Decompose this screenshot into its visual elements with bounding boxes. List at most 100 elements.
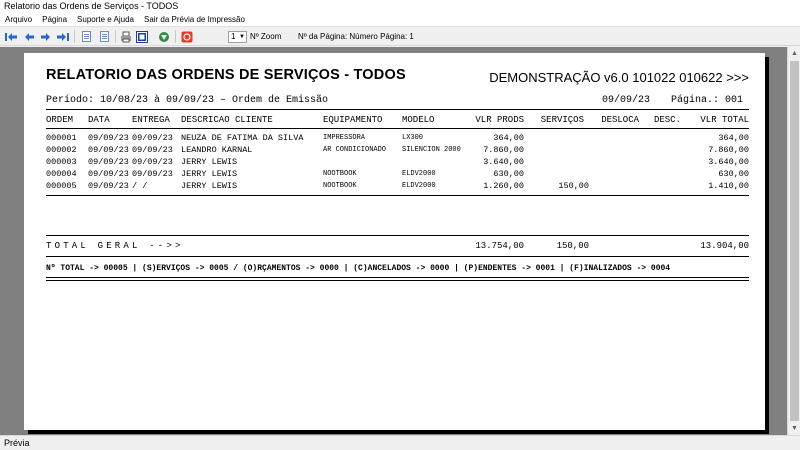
row-5-servicos: 150,00 (558, 181, 589, 191)
divider (46, 235, 749, 236)
excel-export-icon[interactable] (157, 30, 170, 43)
total-geral-label: TOTAL GERAL -->> (46, 241, 184, 251)
report-summary: Nº TOTAL -> 00005 | (S)ERVIÇOS -> 0005 /… (46, 264, 671, 273)
col-header-data: DATA (88, 115, 110, 125)
toolbar-separator (115, 30, 116, 43)
toolbar: 1 ▼ Nº Zoom Nº da Página: Número Página:… (0, 27, 800, 46)
row-1-total: 364,00 (718, 133, 749, 143)
row-1-ordem: 000001 (46, 133, 77, 143)
divider (46, 280, 749, 281)
row-3-entrega: 09/09/23 (132, 157, 173, 167)
row-4-entrega: 09/09/23 (132, 169, 173, 179)
print-icon[interactable] (119, 30, 132, 43)
row-1-entrega: 09/09/23 (132, 133, 173, 143)
scroll-up-icon[interactable]: ▲ (788, 47, 800, 60)
row-5-entrega: / / (132, 181, 148, 191)
col-header-desloca: DESLOCA (601, 115, 639, 125)
row-2-equipamento: AR CONDICIONADO (323, 146, 387, 154)
col-header-vlr-total: VLR TOTAL (700, 115, 749, 125)
previous-page-icon[interactable] (22, 30, 35, 43)
window-title: Relatorio das Ordens de Serviços - TODOS (4, 1, 179, 11)
row-4-equipamento: NOOTBOOK (323, 170, 357, 178)
row-2-data: 09/09/23 (88, 145, 129, 155)
window-titlebar: Relatorio das Ordens de Serviços - TODOS (0, 0, 800, 13)
status-bar: Prévia (0, 435, 800, 450)
total-geral-servicos: 150,00 (556, 241, 589, 251)
col-header-cliente: DESCRICAO CLIENTE (181, 115, 273, 125)
menubar: Arquivo Página Suporte e Ajuda Sair da P… (0, 13, 800, 27)
vertical-scrollbar[interactable]: ▲ ▼ (787, 47, 800, 435)
scroll-down-icon[interactable]: ▼ (788, 422, 800, 435)
row-4-data: 09/09/23 (88, 169, 129, 179)
row-4-modelo: ELDV2000 (402, 170, 436, 178)
row-2-total: 7.860,00 (708, 145, 749, 155)
row-1-equipamento: IMPRESSORA (323, 134, 366, 142)
row-2-cliente: LEANDRO KARNAL (181, 145, 253, 155)
report-page-number: Página.: 001 (671, 95, 744, 106)
divider (46, 277, 749, 278)
menu-sair-previa[interactable]: Sair da Prévia de Impressão (139, 13, 250, 26)
chevron-down-icon: ▼ (239, 34, 245, 40)
scroll-thumb[interactable] (790, 61, 799, 421)
row-1-cliente: NEUZA DE FATIMA DA SILVA (181, 133, 304, 143)
zoom-select[interactable]: 1 ▼ (228, 31, 247, 43)
report-date: 09/09/23 (602, 95, 651, 106)
page-layout-icon[interactable] (80, 30, 93, 43)
toolbar-separator (175, 30, 176, 43)
zoom-value: 1 (231, 32, 236, 41)
report-demo-banner: DEMONSTRAÇÃO v6.0 101022 010622 >>> (489, 70, 749, 85)
row-5-total: 1.410,00 (708, 181, 749, 191)
menu-pagina[interactable]: Página (37, 13, 72, 26)
total-geral-total: 13.904,00 (700, 241, 749, 251)
row-2-prods: 7.860,00 (483, 145, 524, 155)
row-1-modelo: LX300 (402, 134, 424, 142)
row-4-ordem: 000004 (46, 169, 77, 179)
total-geral-prods: 13.754,00 (475, 241, 524, 251)
col-header-modelo: MODELO (402, 115, 435, 125)
row-3-cliente: JERRY LEWIS (181, 157, 238, 167)
preview-viewport[interactable]: RELATORIO DAS ORDENS DE SERVIÇOS - TODOS… (0, 47, 787, 435)
page-number-label: Nº da Página: Número Página: 1 (298, 32, 414, 41)
row-3-total: 3.640,00 (708, 157, 749, 167)
row-3-prods: 3.640,00 (483, 157, 524, 167)
pdf-export-icon[interactable] (135, 30, 148, 43)
col-header-desc: DESC. (653, 115, 681, 125)
divider (46, 195, 749, 196)
row-1-data: 09/09/23 (88, 133, 129, 143)
divider (46, 128, 749, 129)
row-2-entrega: 09/09/23 (132, 145, 173, 155)
last-page-icon[interactable] (56, 30, 69, 43)
page-setup-icon[interactable] (98, 30, 111, 43)
row-4-total: 630,00 (718, 169, 749, 179)
report-period: Período: 10/08/23 à 09/09/23 – Ordem de … (46, 95, 329, 106)
row-1-prods: 364,00 (493, 133, 524, 143)
col-header-servicos: SERVIÇOS (540, 115, 584, 125)
report-title: RELATORIO DAS ORDENS DE SERVIÇOS - TODOS (46, 67, 406, 83)
row-3-data: 09/09/23 (88, 157, 129, 167)
next-page-icon[interactable] (39, 30, 52, 43)
row-4-cliente: JERRY LEWIS (181, 169, 238, 179)
col-header-equipamento: EQUIPAMENTO (323, 115, 383, 125)
row-2-modelo: SILENCION 2000 (402, 146, 461, 154)
row-5-cliente: JERRY LEWIS (181, 181, 238, 191)
col-header-entrega: ENTREGA (132, 115, 170, 125)
zoom-label: Nº Zoom (250, 32, 282, 41)
first-page-icon[interactable] (4, 30, 17, 43)
toolbar-separator (74, 30, 75, 43)
divider (46, 256, 749, 257)
close-icon[interactable] (180, 30, 193, 43)
row-5-data: 09/09/23 (88, 181, 129, 191)
menu-suporte-ajuda[interactable]: Suporte e Ajuda (72, 13, 139, 26)
divider (46, 109, 749, 110)
status-text: Prévia (4, 438, 30, 448)
row-5-ordem: 000005 (46, 181, 77, 191)
report-page: RELATORIO DAS ORDENS DE SERVIÇOS - TODOS… (24, 53, 765, 430)
row-5-equipamento: NOOTBOOK (323, 182, 357, 190)
row-5-prods: 1.260,00 (483, 181, 524, 191)
row-2-ordem: 000002 (46, 145, 77, 155)
row-4-prods: 630,00 (493, 169, 524, 179)
col-header-vlr-prods: VLR PRODS (475, 115, 524, 125)
row-3-ordem: 000003 (46, 157, 77, 167)
menu-arquivo[interactable]: Arquivo (0, 13, 37, 26)
row-5-modelo: ELDV2000 (402, 182, 436, 190)
